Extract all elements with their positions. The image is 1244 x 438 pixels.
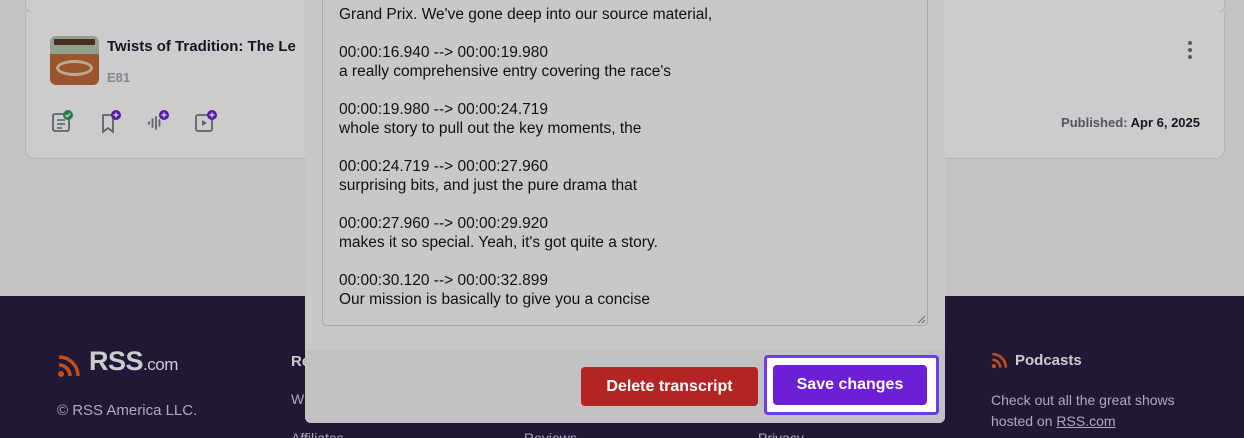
modal-footer: Delete transcript Save changes xyxy=(305,350,945,423)
transcript-cue: 00:00:27.960 --> 00:00:29.920 makes it so… xyxy=(339,215,658,251)
transcript-cue: 00:00:19.980 --> 00:00:24.719 whole story… xyxy=(339,101,642,137)
delete-transcript-button[interactable]: Delete transcript xyxy=(581,367,758,406)
save-changes-button[interactable]: Save changes xyxy=(773,365,927,405)
save-button-focus-ring: Save changes xyxy=(764,355,939,415)
transcript-line: Grand Prix. We've gone deep into our sou… xyxy=(339,6,713,23)
resize-handle-icon[interactable] xyxy=(917,315,925,323)
edit-transcript-modal: Grand Prix. We've gone deep into our sou… xyxy=(305,0,945,423)
transcript-cue: 00:00:30.120 --> 00:00:32.899 Our mission… xyxy=(339,272,650,308)
transcript-cue: 00:00:24.719 --> 00:00:27.960 surprising … xyxy=(339,158,638,194)
transcript-cue: 00:00:16.940 --> 00:00:19.980 a really co… xyxy=(339,44,672,80)
transcript-textarea[interactable]: Grand Prix. We've gone deep into our sou… xyxy=(322,0,928,326)
